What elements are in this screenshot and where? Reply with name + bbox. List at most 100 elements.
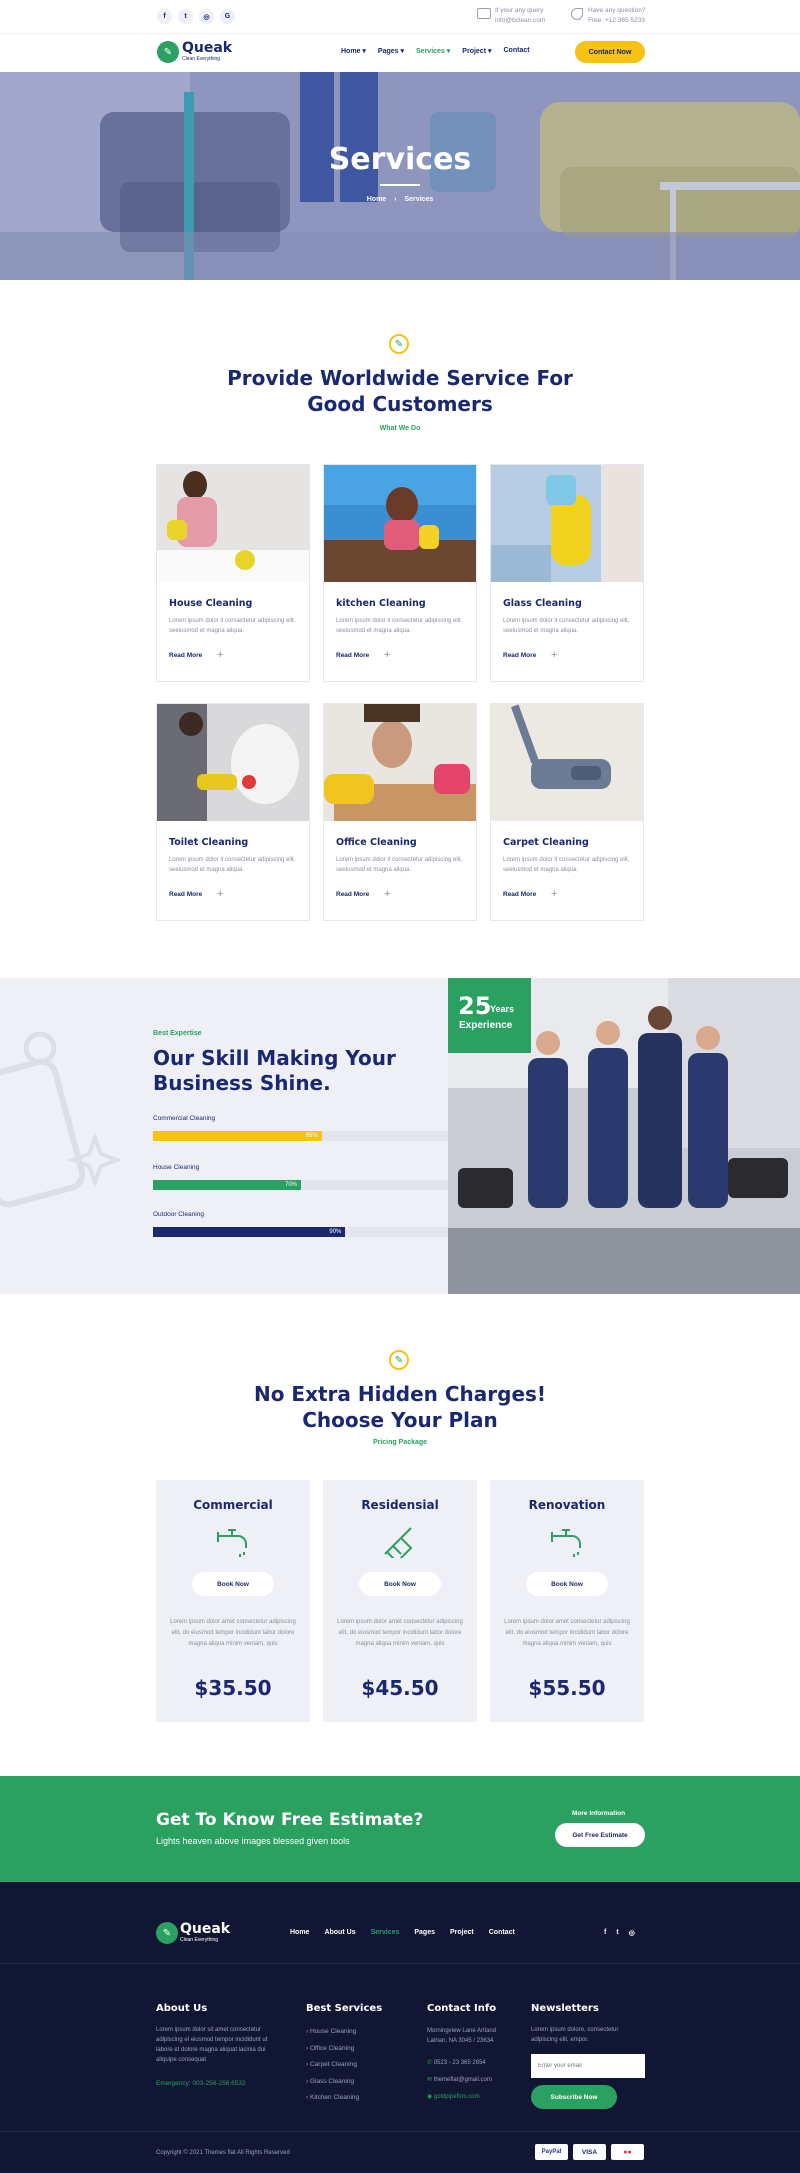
footer-logo-name[interactable]: Queak xyxy=(180,1921,230,1937)
services-subtitle: What We Do xyxy=(379,425,421,432)
nav-contact[interactable]: Contact xyxy=(504,47,530,55)
skills-section: Best Expertise Our Skill Making Your Bus… xyxy=(0,978,800,1294)
section-badge-icon: ✎ xyxy=(389,334,409,354)
best-services-title: Best Services xyxy=(306,2003,383,2014)
facebook-icon[interactable]: f xyxy=(157,9,172,24)
footer-nav-project[interactable]: Project xyxy=(450,1929,474,1936)
read-more-link[interactable]: Read More xyxy=(336,891,369,898)
service-card[interactable]: House Cleaning Lorem ipsum dolor it cons… xyxy=(156,464,310,682)
service-card-title[interactable]: Carpet Cleaning xyxy=(503,837,589,848)
footer-nav-services[interactable]: Services xyxy=(371,1929,400,1936)
plus-icon[interactable]: + xyxy=(384,888,390,900)
skills-title-line2: Business Shine. xyxy=(153,1071,331,1095)
service-card-title[interactable]: House Cleaning xyxy=(169,598,252,609)
skill-bar-fill: 70% xyxy=(153,1180,301,1190)
skill-bar-track: 90% xyxy=(153,1227,449,1237)
phone-icon: ✆ xyxy=(427,2060,433,2066)
instagram-icon[interactable]: ◎ xyxy=(629,1929,635,1937)
service-card[interactable]: Toilet Cleaning Lorem ipsum dolor it con… xyxy=(156,703,310,921)
faucet-icon xyxy=(217,1529,247,1557)
hero-banner: Services Home › Services xyxy=(0,72,800,280)
subscribe-button[interactable]: Subscribe Now xyxy=(531,2085,617,2109)
service-card-title[interactable]: Office Cleaning xyxy=(336,837,417,848)
faucet-icon xyxy=(551,1529,581,1557)
read-more-link[interactable]: Read More xyxy=(503,652,536,659)
plan-desc: Lorem ipsum dolor amet consectetur adipi… xyxy=(170,1619,296,1647)
logo-icon[interactable]: ✎ xyxy=(157,41,179,63)
question-phone[interactable]: Free: +12 365 5233 xyxy=(588,16,645,26)
contact-email[interactable]: ✉ themeflat@gmail.com xyxy=(427,2076,492,2083)
services-title-line1: Provide Worldwide Service For xyxy=(227,366,573,390)
carpet-cleaning-image xyxy=(491,704,643,821)
contact-website[interactable]: ◉ goldpipefirm.com xyxy=(427,2093,480,2100)
breadcrumb-home[interactable]: Home xyxy=(367,196,386,203)
footer-link[interactable]: › Glass Cleaning xyxy=(306,2074,359,2091)
footer-link[interactable]: › House Cleaning xyxy=(306,2024,359,2041)
footer-nav-about[interactable]: About Us xyxy=(324,1929,355,1936)
footer-nav-pages[interactable]: Pages xyxy=(414,1929,435,1936)
plan-name: Residensial xyxy=(361,1498,439,1512)
read-more-link[interactable]: Read More xyxy=(169,652,202,659)
experience-badge: 25 Years Experience xyxy=(448,978,531,1053)
mail-icon xyxy=(477,8,491,19)
section-badge-icon: ✎ xyxy=(389,1350,409,1370)
more-information-label: More Information xyxy=(572,1810,626,1817)
nav-home[interactable]: Home ▾ xyxy=(341,47,366,55)
nav-services[interactable]: Services ▾ xyxy=(416,47,450,55)
book-now-button[interactable]: Book Now xyxy=(526,1572,608,1596)
top-bar: f t ◎ G If your any query info@bclean.co… xyxy=(0,0,800,34)
read-more-link[interactable]: Read More xyxy=(503,891,536,898)
plus-icon[interactable]: + xyxy=(384,649,390,661)
glass-cleaning-image xyxy=(491,465,643,582)
pricing-title: No Extra Hidden Charges! Choose Your Pla… xyxy=(0,1381,800,1433)
free-estimate-button[interactable]: Get Free Estimate xyxy=(555,1823,645,1847)
service-card-title[interactable]: Glass Cleaning xyxy=(503,598,582,609)
service-card[interactable]: Glass Cleaning Lorem ipsum dolor it cons… xyxy=(490,464,644,682)
nav-project[interactable]: Project ▾ xyxy=(462,47,491,55)
google-icon[interactable]: G xyxy=(220,9,235,24)
services-links: › House Cleaning › Office Cleaning › Car… xyxy=(306,2024,359,2107)
contact-now-button[interactable]: Contact Now xyxy=(575,41,645,63)
service-card[interactable]: Office Cleaning Lorem ipsum dolor it con… xyxy=(323,703,477,921)
book-now-button[interactable]: Book Now xyxy=(192,1572,274,1596)
twitter-icon[interactable]: t xyxy=(178,9,193,24)
skills-title: Our Skill Making Your Business Shine. xyxy=(153,1046,396,1096)
plus-icon[interactable]: + xyxy=(551,888,557,900)
footer-link[interactable]: › Carpet Cleaning xyxy=(306,2057,359,2074)
read-more-link[interactable]: Read More xyxy=(336,652,369,659)
estimate-subtitle: Lights heaven above images blessed given… xyxy=(156,1836,350,1846)
footer-divider xyxy=(0,1963,800,1964)
service-card[interactable]: Carpet Cleaning Lorem ipsum dolor it con… xyxy=(490,703,644,921)
skill-label: Commercial Cleaning xyxy=(153,1115,216,1122)
instagram-icon[interactable]: ◎ xyxy=(199,9,214,24)
facebook-icon[interactable]: f xyxy=(604,1929,606,1937)
plus-icon[interactable]: + xyxy=(551,649,557,661)
contact-phone[interactable]: ✆ 0523 - 23 365 2654 xyxy=(427,2059,486,2066)
logo-name[interactable]: Queak xyxy=(182,40,232,56)
footer-link[interactable]: › Kitchen Cleaning xyxy=(306,2090,359,2107)
book-now-button[interactable]: Book Now xyxy=(359,1572,441,1596)
query-email[interactable]: info@bclean.com xyxy=(495,16,545,26)
pricing-card: Renovation Book Now Lorem ipsum dolor am… xyxy=(490,1480,644,1722)
footer-nav-contact[interactable]: Contact xyxy=(489,1929,515,1936)
service-card-title[interactable]: kitchen Cleaning xyxy=(336,598,426,609)
footer-link[interactable]: › Office Cleaning xyxy=(306,2041,359,2058)
about-title: About Us xyxy=(156,2003,208,2014)
service-card-title[interactable]: Toilet Cleaning xyxy=(169,837,248,848)
read-more-link[interactable]: Read More xyxy=(169,891,202,898)
dustpan-icon xyxy=(384,1527,413,1558)
breadcrumb: Home › Services xyxy=(0,196,800,203)
contact-info-title: Contact Info xyxy=(427,2003,497,2014)
plus-icon[interactable]: + xyxy=(217,649,223,661)
footer-logo-icon[interactable]: ✎ xyxy=(156,1922,178,1944)
mail-icon: ✉ xyxy=(427,2077,433,2083)
twitter-icon[interactable]: t xyxy=(616,1929,618,1937)
plus-icon[interactable]: + xyxy=(217,888,223,900)
newsletter-email-input[interactable] xyxy=(531,2054,645,2078)
emergency-phone[interactable]: Emergency: 003-256-256 6532 xyxy=(156,2080,246,2087)
footer-nav-home[interactable]: Home xyxy=(290,1929,309,1936)
skill-label: House Cleaning xyxy=(153,1164,200,1171)
footer-nav: Home About Us Services Pages Project Con… xyxy=(290,1929,515,1936)
nav-pages[interactable]: Pages ▾ xyxy=(378,47,404,55)
service-card[interactable]: kitchen Cleaning Lorem ipsum dolor it co… xyxy=(323,464,477,682)
